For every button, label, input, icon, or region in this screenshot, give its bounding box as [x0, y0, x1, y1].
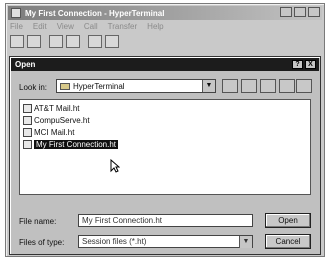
open-button[interactable]	[27, 35, 41, 48]
list-view-button[interactable]	[279, 79, 295, 93]
chevron-down-icon[interactable]: ▼	[239, 236, 252, 248]
menu-bar: File Edit View Call Transfer Help	[10, 22, 164, 31]
dialog-title: Open	[15, 60, 36, 69]
file-name-label: File name:	[19, 217, 57, 226]
look-in-value: HyperTerminal	[73, 81, 125, 91]
terminal-icon	[23, 116, 32, 125]
menu-transfer[interactable]: Transfer	[108, 22, 138, 31]
mouse-pointer-icon	[110, 159, 120, 173]
dialog-title-bar: Open ? X	[11, 58, 319, 71]
menu-call[interactable]: Call	[84, 22, 98, 31]
up-one-level-button[interactable]	[222, 79, 238, 93]
files-of-type-select[interactable]: Session files (*.ht) ▼	[78, 235, 253, 248]
list-item[interactable]: MCI Mail.ht	[23, 127, 74, 138]
menu-file[interactable]: File	[10, 22, 23, 31]
new-folder-button[interactable]	[260, 79, 276, 93]
look-in-label: Look in:	[19, 83, 48, 92]
dialog-close-button[interactable]: X	[305, 60, 316, 69]
connect-button[interactable]	[49, 35, 63, 48]
open-button[interactable]: Open	[265, 213, 311, 228]
phone-icon	[23, 140, 32, 149]
phone-icon	[23, 104, 32, 113]
window-close-button[interactable]	[308, 7, 320, 17]
desktop-button[interactable]	[241, 79, 257, 93]
properties-button[interactable]	[105, 35, 119, 48]
hyperterminal-icon	[11, 8, 21, 18]
window-title: My First Connection - HyperTerminal	[25, 8, 165, 18]
new-connection-button[interactable]	[10, 35, 24, 48]
toolbar	[10, 35, 119, 48]
folder-icon	[60, 82, 70, 90]
hyperterminal-window: My First Connection - HyperTerminal File…	[5, 3, 325, 257]
file-name: CompuServe.ht	[34, 116, 90, 125]
file-name: MCI Mail.ht	[34, 128, 75, 137]
list-item-selected[interactable]: My First Connection.ht	[23, 139, 119, 150]
look-in-dropdown[interactable]: HyperTerminal ▼	[56, 79, 216, 93]
send-button[interactable]	[88, 35, 102, 48]
menu-edit[interactable]: Edit	[33, 22, 47, 31]
files-of-type-label: Files of type:	[19, 238, 65, 247]
chevron-down-icon[interactable]: ▼	[202, 80, 215, 92]
file-name: AT&T Mail.ht	[34, 104, 80, 113]
open-dialog: Open ? X Look in: HyperTerminal ▼ AT&T M…	[9, 56, 321, 255]
help-button[interactable]: ?	[292, 60, 303, 69]
file-name-input[interactable]: My First Connection.ht	[78, 214, 253, 227]
files-of-type-value: Session files (*.ht)	[82, 237, 147, 246]
file-name: My First Connection.ht	[34, 140, 119, 149]
terminal-icon	[23, 128, 32, 137]
menu-view[interactable]: View	[57, 22, 74, 31]
file-list: AT&T Mail.ht CompuServe.ht MCI Mail.ht M…	[19, 99, 311, 195]
disconnect-button[interactable]	[66, 35, 80, 48]
minimize-button[interactable]	[280, 7, 292, 17]
details-view-button[interactable]	[296, 79, 312, 93]
maximize-button[interactable]	[294, 7, 306, 17]
menu-help[interactable]: Help	[147, 22, 163, 31]
window-title-bar: My First Connection - HyperTerminal	[8, 6, 322, 20]
list-item[interactable]: AT&T Mail.ht	[23, 103, 80, 114]
cancel-button[interactable]: Cancel	[265, 234, 311, 249]
list-item[interactable]: CompuServe.ht	[23, 115, 90, 126]
